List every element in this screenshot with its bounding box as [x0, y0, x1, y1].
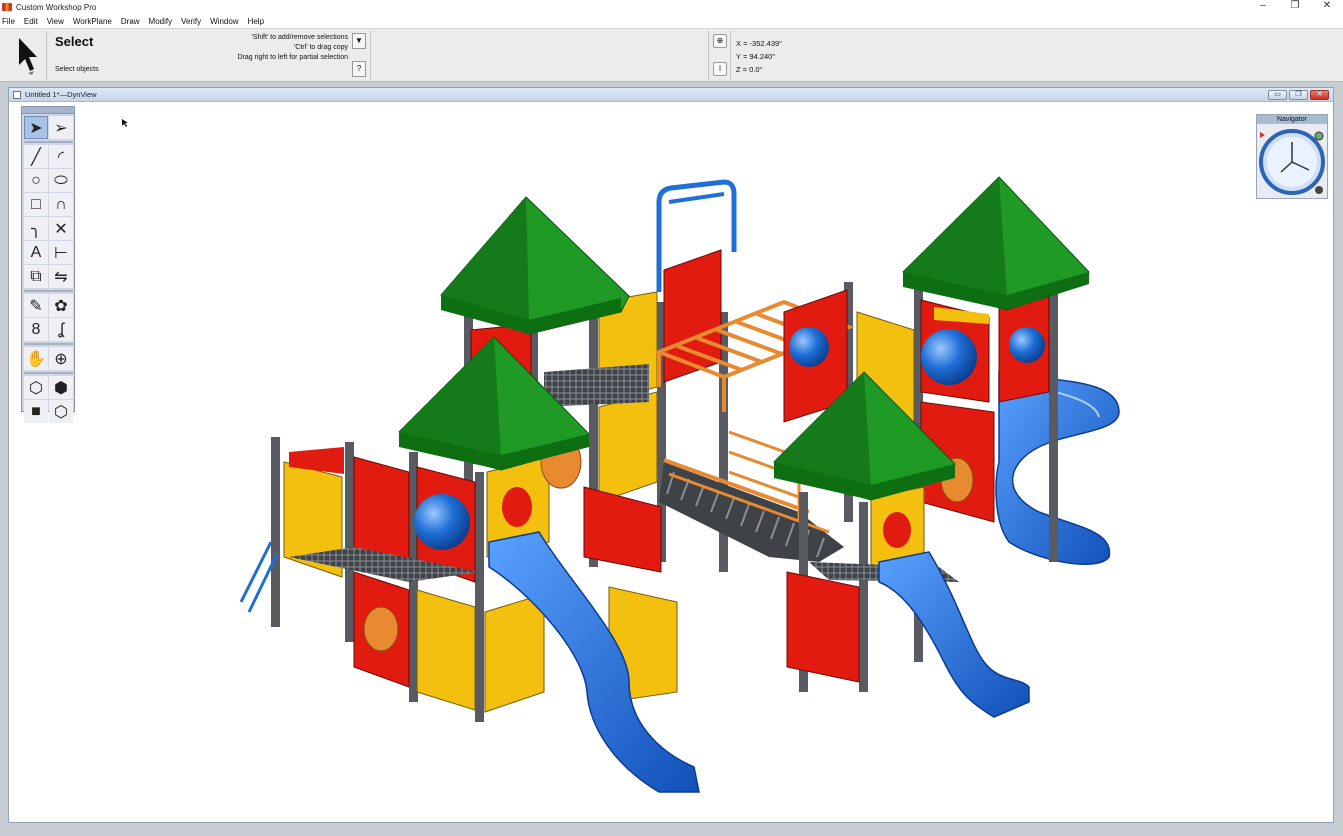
coordinate-readout: X = -352.439" Y = 94.240" Z = 0.0" — [736, 37, 782, 76]
scale-icon[interactable]: ⧉ — [24, 265, 48, 288]
view-iso-icon[interactable]: ⬡ — [24, 376, 48, 399]
pan-hand-icon[interactable]: ✋ — [24, 347, 48, 370]
palette-title-bar[interactable] — [22, 107, 74, 114]
fillet-icon[interactable]: ╮ — [24, 217, 48, 240]
menu-verify[interactable]: Verify — [181, 17, 201, 26]
toolbar-divider — [730, 31, 731, 81]
doc-restore-button[interactable]: ❐ — [1289, 90, 1308, 100]
close-button[interactable]: ✕ — [1311, 0, 1343, 12]
arc-icon[interactable]: ◜ — [49, 145, 73, 168]
info-button[interactable]: i — [713, 62, 727, 76]
trim-icon[interactable]: ✕ — [49, 217, 73, 240]
menu-help[interactable]: Help — [248, 17, 264, 26]
boolean-icon[interactable]: ✿ — [49, 294, 73, 317]
menu-window[interactable]: Window — [210, 17, 238, 26]
paint-icon[interactable]: ✎ — [24, 294, 48, 317]
sweep-icon[interactable]: ʆ — [49, 318, 73, 341]
select-tool-icon[interactable] — [14, 35, 40, 77]
curve-icon[interactable]: ∩ — [49, 193, 73, 216]
toolbar-divider — [370, 31, 371, 81]
menu-edit[interactable]: Edit — [24, 17, 38, 26]
mouse-cursor-icon — [122, 119, 128, 127]
menu-modify[interactable]: Modify — [149, 17, 173, 26]
coord-x: X = -352.439" — [736, 39, 782, 48]
zoom-icon[interactable]: ⊕ — [49, 347, 73, 370]
tool-hints: 'Shift' to add/remove selections 'Ctrl' … — [170, 33, 349, 63]
menu-file[interactable]: File — [2, 17, 15, 26]
document-title: Untitled 1*—DynView — [25, 90, 97, 99]
hint-shift: 'Shift' to add/remove selections — [251, 34, 348, 41]
navigator-title[interactable]: Navigator — [1257, 115, 1327, 124]
app-title-bar: Custom Workshop Pro – ❐ ✕ — [0, 0, 1343, 14]
app-title: Custom Workshop Pro — [16, 2, 97, 12]
app-logo-icon — [2, 3, 12, 11]
palette-divider — [24, 290, 73, 292]
hints-dropdown-button[interactable]: ▼ — [352, 33, 366, 49]
document-icon — [13, 90, 21, 99]
document-title-bar[interactable]: Untitled 1*—DynView ▭ ❐ ✕ — [9, 88, 1333, 102]
ellipse-icon[interactable]: ⬭ — [49, 169, 73, 192]
select-arrow-icon[interactable]: ➤ — [24, 116, 48, 139]
palette-divider — [24, 141, 73, 143]
menu-draw[interactable]: Draw — [121, 17, 140, 26]
toolbar-divider — [46, 31, 47, 81]
document-window: Untitled 1*—DynView ▭ ❐ ✕ ➤ ➢ ╱ ◜ ○ ⬭ □ … — [8, 87, 1334, 823]
select-hollow-arrow-icon[interactable]: ➢ — [49, 116, 73, 139]
document-controls: ▭ ❐ ✕ — [1268, 90, 1329, 100]
hint-drag: Drag right to left for partial selection — [237, 54, 349, 61]
palette-divider — [24, 343, 73, 345]
toolbar-divider — [708, 31, 709, 81]
coord-z: Z = 0.0" — [736, 65, 763, 74]
doc-close-button[interactable]: ✕ — [1310, 90, 1329, 100]
rectangle-icon[interactable]: □ — [24, 193, 48, 216]
tool-palette: ➤ ➢ ╱ ◜ ○ ⬭ □ ∩ ╮ ✕ A ⊢ ⧉ ⇋ ✎ ✿ 8 ʆ ✋ ⊕ … — [21, 106, 75, 423]
menu-bar: File Edit View WorkPlane Draw Modify Ver… — [0, 14, 1343, 28]
text-icon[interactable]: A — [24, 241, 48, 264]
coordinate-target-button[interactable]: ⊕ — [713, 34, 727, 48]
palette-divider — [24, 372, 73, 374]
extrude-icon[interactable]: 8 — [24, 318, 48, 341]
minimize-button[interactable]: – — [1247, 0, 1279, 12]
dimension-icon[interactable]: ⊢ — [49, 241, 73, 264]
mirror-icon[interactable]: ⇋ — [49, 265, 73, 288]
menu-workplane[interactable]: WorkPlane — [73, 17, 112, 26]
view-top-icon[interactable]: ⬢ — [49, 376, 73, 399]
tool-name: Select — [55, 34, 94, 49]
render-wire-icon[interactable]: ⬡ — [49, 400, 73, 423]
circle-icon[interactable]: ○ — [24, 169, 48, 192]
render-solid-icon[interactable]: ■ — [24, 400, 48, 423]
tool-prompt: Select objects — [55, 66, 99, 73]
restore-button[interactable]: ❐ — [1279, 0, 1311, 12]
line-icon[interactable]: ╱ — [24, 145, 48, 168]
navigator-orbit-icon[interactable] — [1257, 124, 1327, 198]
window-controls: – ❐ ✕ — [1247, 0, 1343, 12]
doc-minimize-button[interactable]: ▭ — [1268, 90, 1287, 100]
palette-grid: ➤ ➢ ╱ ◜ ○ ⬭ □ ∩ ╮ ✕ A ⊢ ⧉ ⇋ ✎ ✿ 8 ʆ ✋ ⊕ … — [22, 114, 74, 425]
tool-info-bar: Select Select objects 'Shift' to add/rem… — [0, 28, 1343, 82]
3d-viewport[interactable]: ➤ ➢ ╱ ◜ ○ ⬭ □ ∩ ╮ ✕ A ⊢ ⧉ ⇋ ✎ ✿ 8 ʆ ✋ ⊕ … — [9, 102, 1333, 822]
coord-y: Y = 94.240" — [736, 52, 776, 61]
hint-ctrl: 'Ctrl' to drag copy — [293, 44, 348, 51]
menu-view[interactable]: View — [47, 17, 64, 26]
playground-model[interactable] — [9, 102, 1333, 822]
mdi-area: Untitled 1*—DynView ▭ ❐ ✕ ➤ ➢ ╱ ◜ ○ ⬭ □ … — [0, 82, 1343, 836]
help-button[interactable]: ? — [352, 61, 366, 77]
navigator-panel: Navigator — [1256, 114, 1328, 199]
